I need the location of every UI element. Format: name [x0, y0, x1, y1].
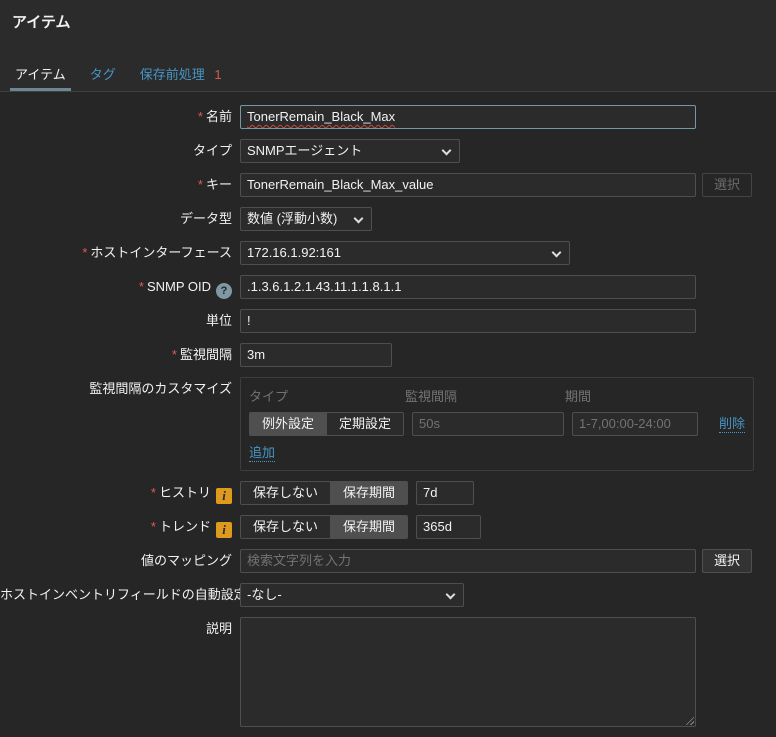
interval-type-toggle: 例外設定 定期設定	[249, 412, 405, 436]
snmp-oid-label: SNMP OID	[146, 279, 211, 294]
chevron-down-icon	[551, 247, 562, 258]
row-history: * ヒストリ i 保存しない 保存期間 7d	[0, 481, 776, 505]
row-value-type: データ型 数値 (浮動小数)	[0, 207, 776, 231]
type-select-value: SNMPエージェント	[247, 143, 363, 158]
custom-intervals-label: 監視間隔のカスタマイズ	[89, 381, 232, 396]
units-input[interactable]: !	[240, 309, 696, 333]
value-mapping-select-button[interactable]: 選択	[702, 549, 753, 573]
trends-mode-toggle: 保存しない 保存期間	[240, 515, 409, 539]
history-period-input[interactable]: 7d	[416, 481, 475, 505]
interval-type-flexible[interactable]: 例外設定	[250, 413, 327, 435]
history-mode-toggle: 保存しない 保存期間	[240, 481, 409, 505]
custom-intervals-box: タイプ 監視間隔 期間 例外設定 定期設定 50s 1-7,00:00-24:0…	[240, 377, 754, 471]
inventory-link-label: ホストインベントリフィールドの自動設定	[0, 587, 247, 602]
value-type-select[interactable]: 数値 (浮動小数)	[240, 207, 372, 231]
description-label: 説明	[205, 621, 232, 636]
value-type-label: データ型	[179, 211, 232, 226]
resize-handle[interactable]	[684, 715, 694, 725]
name-label: 名前	[205, 109, 232, 124]
row-host-interface: * ホストインターフェース 172.16.1.92:161	[0, 241, 776, 265]
description-textarea[interactable]	[240, 617, 696, 727]
tab-tags[interactable]: タグ	[85, 60, 121, 91]
row-snmp-oid: * SNMP OID? .1.3.6.1.2.1.43.11.1.1.8.1.1	[0, 275, 776, 299]
info-icon[interactable]: i	[216, 522, 232, 538]
host-interface-label: ホストインターフェース	[90, 245, 232, 260]
page-header: アイテム アイテム タグ 保存前処理 1	[0, 0, 776, 91]
row-name: * 名前 TonerRemain_Black_Max	[0, 105, 776, 129]
trends-period-input[interactable]: 365d	[416, 515, 482, 539]
row-units: 単位 !	[0, 309, 776, 333]
host-interface-select[interactable]: 172.16.1.92:161	[240, 241, 570, 265]
custom-interval-input[interactable]: 50s	[412, 412, 565, 436]
value-mapping-label: 値のマッピング	[140, 553, 232, 568]
key-input-value: TonerRemain_Black_Max_value	[247, 177, 434, 192]
row-update-interval: * 監視間隔 3m	[0, 343, 776, 367]
item-form: * 名前 TonerRemain_Black_Max タイプ SNMPエージェント…	[0, 92, 776, 737]
page-title: アイテム	[12, 14, 71, 31]
chevron-down-icon	[353, 213, 364, 224]
update-interval-input-value: 3m	[247, 347, 266, 362]
value-mapping-input[interactable]: 検索文字列を入力	[240, 549, 696, 573]
required-marker: *	[82, 245, 88, 260]
key-select-button[interactable]: 選択	[702, 173, 753, 197]
custom-intervals-header-period: 期間	[565, 389, 592, 404]
key-input[interactable]: TonerRemain_Black_Max_value	[240, 173, 696, 197]
help-icon[interactable]: ?	[216, 283, 232, 299]
remove-interval-link[interactable]: 削除	[718, 416, 745, 433]
tab-item[interactable]: アイテム	[10, 60, 71, 91]
snmp-oid-input[interactable]: .1.3.6.1.2.1.43.11.1.1.8.1.1	[240, 275, 696, 299]
row-trends: * トレンド i 保存しない 保存期間 365d	[0, 515, 776, 539]
type-select[interactable]: SNMPエージェント	[240, 139, 460, 163]
required-marker: *	[138, 279, 144, 294]
trends-label: トレンド	[158, 519, 211, 534]
preprocessing-count-badge: 1	[214, 67, 222, 82]
type-label: タイプ	[192, 143, 232, 158]
update-interval-input[interactable]: 3m	[240, 343, 392, 367]
tab-item-label: アイテム	[15, 67, 66, 82]
add-interval-link[interactable]: 追加	[249, 445, 276, 462]
name-input-value: TonerRemain_Black_Max	[247, 109, 396, 124]
value-mapping-placeholder: 検索文字列を入力	[247, 553, 352, 568]
history-storage-period[interactable]: 保存期間	[330, 482, 408, 504]
tab-tags-label: タグ	[89, 67, 116, 82]
interval-type-scheduling[interactable]: 定期設定	[326, 413, 404, 435]
row-value-mapping: 値のマッピング 検索文字列を入力 選択	[0, 549, 776, 573]
row-custom-intervals: 監視間隔のカスタマイズ タイプ 監視間隔 期間 例外設定 定期設定 50s 1-…	[0, 377, 776, 471]
required-marker: *	[150, 485, 156, 500]
units-input-value: !	[247, 313, 251, 328]
chevron-down-icon	[441, 145, 452, 156]
history-label: ヒストリ	[158, 485, 211, 500]
custom-intervals-header-interval: 監視間隔	[405, 389, 458, 404]
tab-bar: アイテム タグ 保存前処理 1	[0, 46, 776, 91]
required-marker: *	[197, 177, 203, 192]
trends-storage-period[interactable]: 保存期間	[330, 516, 408, 538]
row-description: 説明	[0, 617, 776, 727]
row-type: タイプ SNMPエージェント	[0, 139, 776, 163]
custom-interval-row: 例外設定 定期設定 50s 1-7,00:00-24:00 削除	[249, 412, 745, 436]
inventory-link-select[interactable]: -なし-	[240, 583, 464, 607]
trends-do-not-store[interactable]: 保存しない	[241, 516, 331, 538]
inventory-link-select-value: -なし-	[247, 587, 282, 602]
units-label: 単位	[205, 313, 232, 328]
value-type-select-value: 数値 (浮動小数)	[247, 211, 338, 226]
custom-intervals-header-type: タイプ	[249, 389, 289, 404]
name-input[interactable]: TonerRemain_Black_Max	[240, 105, 696, 129]
info-icon[interactable]: i	[216, 488, 232, 504]
row-key: * キー TonerRemain_Black_Max_value 選択	[0, 173, 776, 197]
history-do-not-store[interactable]: 保存しない	[241, 482, 331, 504]
host-interface-select-value: 172.16.1.92:161	[247, 245, 341, 260]
required-marker: *	[197, 109, 203, 124]
custom-period-input[interactable]: 1-7,00:00-24:00	[572, 412, 699, 436]
tab-preprocessing-label: 保存前処理	[139, 67, 205, 82]
chevron-down-icon	[445, 589, 456, 600]
required-marker: *	[171, 347, 177, 362]
snmp-oid-input-value: .1.3.6.1.2.1.43.11.1.1.8.1.1	[247, 279, 402, 294]
key-label: キー	[205, 177, 232, 192]
tab-preprocessing[interactable]: 保存前処理 1	[135, 60, 227, 91]
required-marker: *	[150, 519, 156, 534]
update-interval-label: 監視間隔	[179, 347, 232, 362]
row-inventory-link: ホストインベントリフィールドの自動設定 -なし-	[0, 583, 776, 607]
